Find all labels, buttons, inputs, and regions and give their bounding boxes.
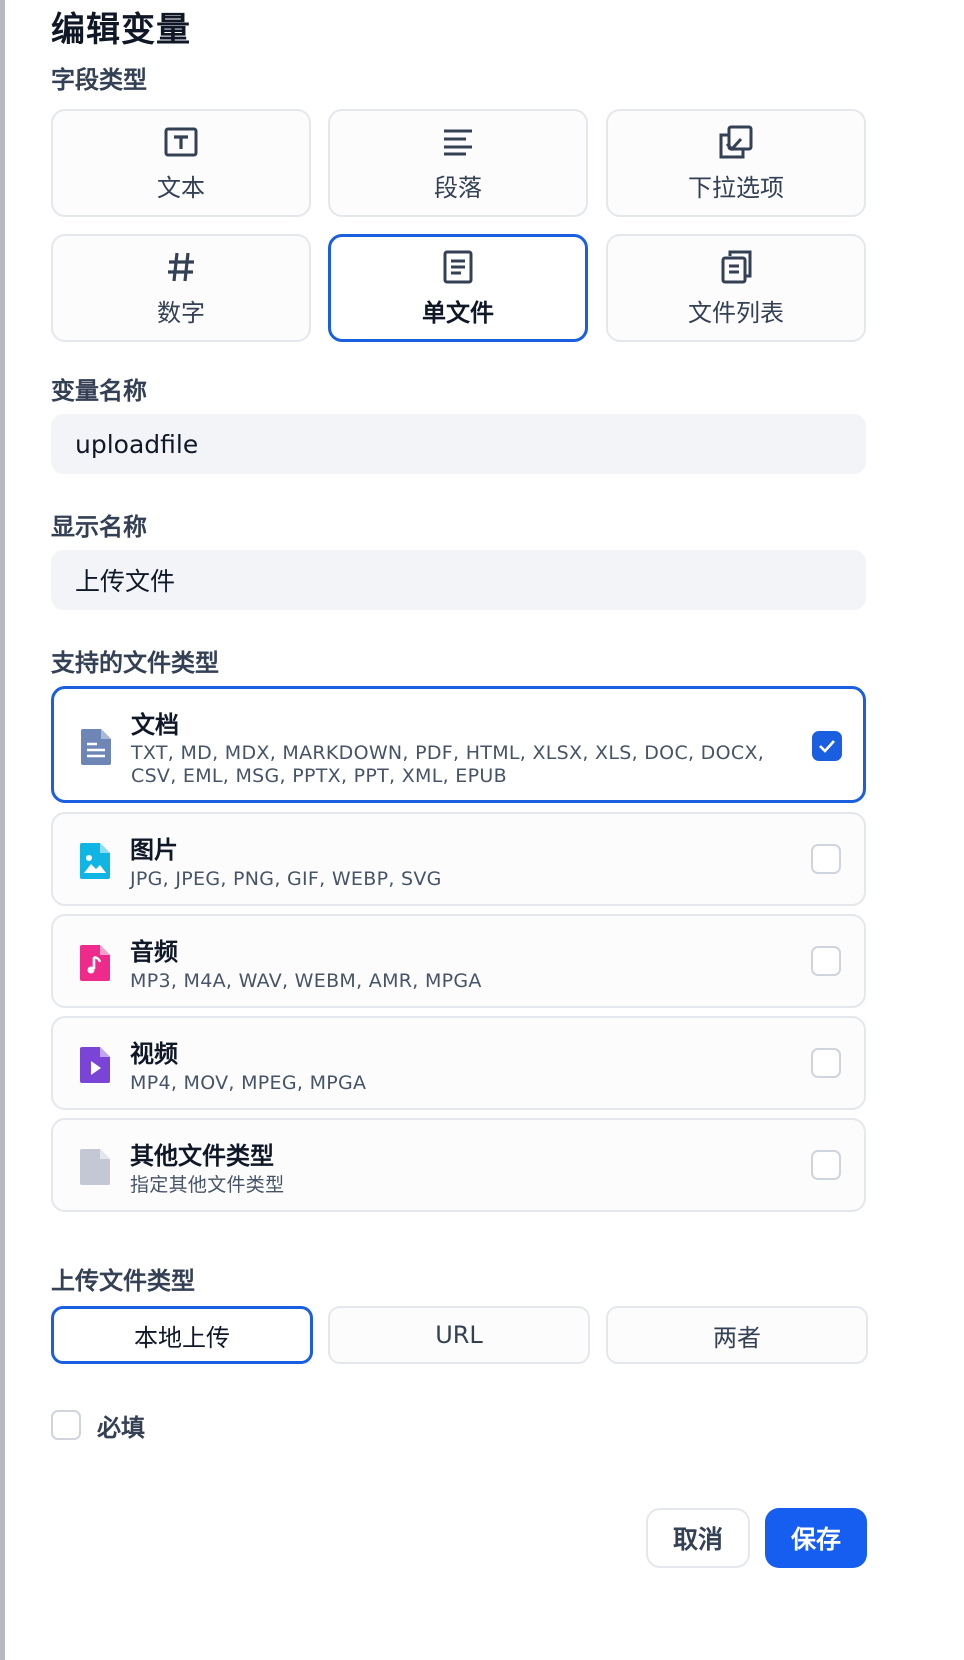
required-checkbox[interactable] — [51, 1410, 81, 1440]
required-label: 必填 — [97, 1414, 145, 1442]
field-type-file-list-label: 文件列表 — [688, 298, 784, 327]
check-icon — [819, 740, 835, 753]
file-type-audio-name: 音频 — [130, 938, 178, 966]
field-type-single-file-label: 单文件 — [422, 298, 494, 327]
field-type-paragraph-label: 段落 — [434, 173, 482, 202]
field-type-text-label: 文本 — [157, 173, 205, 202]
file-type-document[interactable]: 文档 TXT, MD, MDX, MARKDOWN, PDF, HTML, XL… — [51, 686, 866, 803]
field-type-number[interactable]: 数字 — [51, 234, 311, 342]
field-type-single-file[interactable]: 单文件 — [328, 234, 588, 342]
document-icon — [81, 729, 111, 765]
file-icon — [440, 249, 476, 285]
field-type-label: 字段类型 — [51, 66, 147, 94]
field-type-paragraph[interactable]: 段落 — [328, 109, 588, 217]
file-type-audio-extensions: MP3, M4A, WAV, WEBM, AMR, MPGA — [130, 970, 482, 992]
file-type-video-checkbox[interactable] — [811, 1048, 841, 1078]
file-type-image-checkbox[interactable] — [811, 844, 841, 874]
select-icon — [718, 124, 754, 160]
file-type-video[interactable]: 视频 MP4, MOV, MPEG, MPGA — [51, 1016, 866, 1110]
file-type-video-extensions: MP4, MOV, MPEG, MPGA — [130, 1072, 367, 1094]
upload-method-label: 上传文件类型 — [51, 1267, 195, 1295]
field-type-select-label: 下拉选项 — [688, 173, 784, 202]
display-name-input[interactable]: 上传文件 — [51, 550, 866, 610]
file-type-video-name: 视频 — [130, 1040, 178, 1068]
field-type-number-label: 数字 — [157, 298, 205, 327]
file-type-other-checkbox[interactable] — [811, 1150, 841, 1180]
field-type-file-list[interactable]: 文件列表 — [606, 234, 866, 342]
upload-method-both[interactable]: 两者 — [606, 1306, 868, 1364]
other-file-icon — [80, 1149, 110, 1185]
dialog-title: 编辑变量 — [51, 10, 191, 50]
image-icon — [80, 843, 110, 879]
file-type-document-name: 文档 — [131, 711, 179, 739]
field-type-text[interactable]: 文本 — [51, 109, 311, 217]
file-type-audio[interactable]: 音频 MP3, M4A, WAV, WEBM, AMR, MPGA — [51, 914, 866, 1008]
upload-method-local[interactable]: 本地上传 — [51, 1306, 313, 1364]
variable-name-label: 变量名称 — [51, 377, 147, 405]
file-list-icon — [718, 249, 754, 285]
file-type-image[interactable]: 图片 JPG, JPEG, PNG, GIF, WEBP, SVG — [51, 812, 866, 906]
file-type-audio-checkbox[interactable] — [811, 946, 841, 976]
file-type-other[interactable]: 其他文件类型 指定其他文件类型 — [51, 1118, 866, 1212]
audio-icon — [80, 945, 110, 981]
text-input-icon — [163, 124, 199, 160]
display-name-label: 显示名称 — [51, 513, 147, 541]
paragraph-icon — [440, 124, 476, 160]
file-type-document-checkbox[interactable] — [812, 731, 842, 761]
hash-icon — [163, 249, 199, 285]
cancel-button[interactable]: 取消 — [646, 1508, 750, 1568]
file-type-other-description: 指定其他文件类型 — [130, 1174, 285, 1196]
background-panel-edge — [0, 0, 5, 1660]
save-button[interactable]: 保存 — [765, 1508, 867, 1568]
video-icon — [80, 1047, 110, 1083]
variable-name-input[interactable]: uploadfile — [51, 414, 866, 474]
upload-method-url[interactable]: URL — [328, 1306, 590, 1364]
supported-file-types-label: 支持的文件类型 — [51, 649, 219, 677]
file-type-document-extensions: TXT, MD, MDX, MARKDOWN, PDF, HTML, XLSX,… — [131, 742, 765, 787]
field-type-select[interactable]: 下拉选项 — [606, 109, 866, 217]
file-type-image-extensions: JPG, JPEG, PNG, GIF, WEBP, SVG — [130, 868, 442, 890]
file-type-image-name: 图片 — [130, 836, 178, 864]
file-type-other-name: 其他文件类型 — [130, 1142, 274, 1170]
